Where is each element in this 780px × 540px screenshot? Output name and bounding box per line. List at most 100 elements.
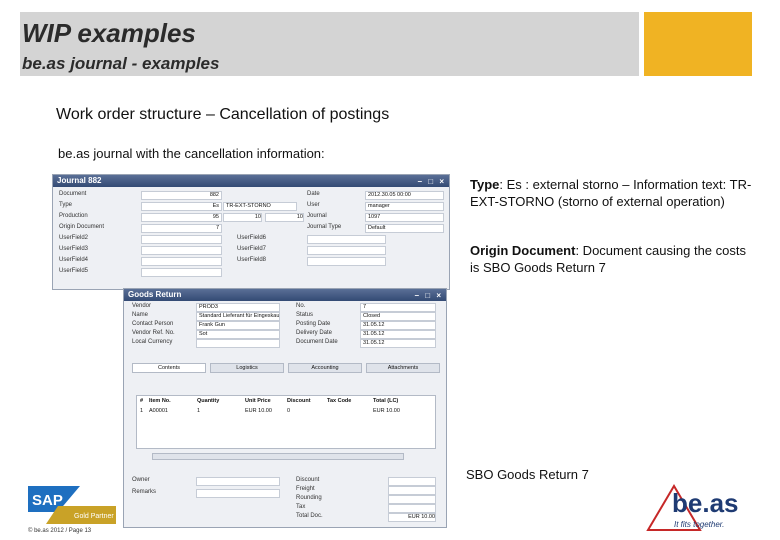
journal-field-label: UserField2	[59, 235, 89, 241]
grid-header-cell[interactable]: Quantity	[197, 398, 219, 404]
grid-cell[interactable]: 0	[287, 408, 290, 414]
window-controls-icon[interactable]: – □ ×	[415, 290, 443, 302]
grid-header-cell[interactable]: Total (LC)	[373, 398, 398, 404]
goods-field-label: Posting Date	[296, 321, 331, 327]
goods-field-value[interactable]: 31.05.12	[360, 330, 436, 339]
journal-window-title: Journal 882	[57, 176, 102, 185]
tab-contents[interactable]: Contents	[132, 363, 206, 373]
beas-logo: be.as It fits together.	[646, 484, 739, 531]
sap-gold-partner-logo: SAP Gold Partner	[28, 486, 116, 524]
journal-field-value[interactable]	[141, 268, 222, 277]
grid-header-cell[interactable]: Item No.	[149, 398, 171, 404]
type-note-text: : Es : external storno – Information tex…	[470, 177, 752, 209]
journal-field-label: Production	[59, 213, 88, 219]
journal-field-label: Type	[59, 202, 73, 208]
tab-bar: Contents Logistics Accounting Attachments	[132, 363, 440, 373]
journal-field-label: Journal	[307, 213, 327, 219]
journal-field-value[interactable]	[141, 246, 222, 255]
grid-header-cell[interactable]: Unit Price	[245, 398, 271, 404]
journal-field-value[interactable]: 882	[141, 191, 222, 200]
goods-total-label: Total Doc.	[296, 513, 323, 519]
horizontal-scrollbar[interactable]	[152, 453, 404, 460]
page-title: WIP examples	[22, 18, 196, 48]
goods-bottom-field[interactable]	[196, 489, 280, 498]
journal-field-value[interactable]: Default	[365, 224, 444, 233]
section-title: Work order structure – Cancellation of p…	[56, 106, 390, 123]
journal-field-value[interactable]	[307, 246, 386, 255]
type-note: Type: Es : external storno – Information…	[470, 176, 755, 210]
goods-total-value[interactable]	[388, 504, 436, 513]
tab-accounting[interactable]: Accounting	[288, 363, 362, 373]
sap-badge-text: Gold Partner	[74, 513, 114, 520]
goods-window-titlebar: Goods Return – □ ×	[124, 289, 446, 301]
journal-field-label: UserField4	[59, 257, 89, 263]
journal-field-label: UserField3	[59, 246, 89, 252]
beas-logo-text: be.as	[672, 488, 739, 518]
journal-field-label: UserField6	[237, 235, 267, 241]
goods-field-label: Status	[296, 312, 314, 318]
origin-note-label: Origin Document	[470, 243, 576, 258]
journal-field-value[interactable]: 2012.30.05 00:00	[365, 191, 444, 200]
window-controls-icon[interactable]: – □ ×	[418, 176, 446, 188]
journal-field-value[interactable]: 95	[141, 213, 222, 222]
goods-field-value[interactable]: 31.05.12	[360, 339, 436, 348]
journal-type-info[interactable]: TR-EXT-STORNO	[223, 202, 297, 211]
type-note-label: Type	[470, 177, 500, 192]
journal-field-value[interactable]: 7	[141, 224, 222, 233]
journal-field-value[interactable]	[141, 235, 222, 244]
goods-field-value[interactable]: 31.05.12	[360, 321, 436, 330]
goods-field-value[interactable]: Frank Gun	[196, 321, 280, 330]
goods-total-value[interactable]	[388, 495, 436, 504]
journal-field-value[interactable]	[141, 257, 222, 266]
goods-field-value[interactable]: 7	[360, 303, 436, 312]
grid-header-cell[interactable]: #	[140, 398, 143, 404]
goods-total-value[interactable]	[388, 486, 436, 495]
goods-field-value[interactable]: PROD3	[196, 303, 280, 312]
goods-field-label: No.	[296, 303, 306, 309]
journal-prod-a[interactable]: 10	[223, 213, 262, 222]
grid-header-cell[interactable]: Discount	[287, 398, 311, 404]
grid-cell[interactable]: EUR 10.00	[373, 408, 400, 414]
goods-bottom-label: Owner	[132, 477, 150, 483]
origin-note: Origin Document: Document causing the co…	[470, 242, 755, 276]
items-grid[interactable]: # Item No. Quantity Unit Price Discount Tax C…	[136, 395, 436, 449]
intro-text: be.as journal with the cancellation info…	[58, 146, 325, 161]
grid-cell[interactable]: A00001	[149, 408, 168, 414]
goods-field-value[interactable]	[196, 339, 280, 348]
goods-field-label: Name	[132, 312, 149, 318]
grid-cell[interactable]: 1	[140, 408, 143, 414]
grid-cell[interactable]: 1	[197, 408, 200, 414]
beas-tagline: It fits together.	[674, 520, 724, 529]
goods-total-value[interactable]: EUR 10.00	[388, 513, 436, 522]
journal-field-value[interactable]: 1097	[365, 213, 444, 222]
tab-attachments[interactable]: Attachments	[366, 363, 440, 373]
goods-window-title: Goods Return	[128, 290, 182, 299]
goods-field-value[interactable]: Closed	[360, 312, 436, 321]
goods-field-label: Local Currency	[132, 339, 173, 345]
journal-field-label: UserField5	[59, 268, 89, 274]
grid-cell[interactable]: EUR 10.00	[245, 408, 272, 414]
goods-total-label: Tax	[296, 504, 306, 510]
goods-field-value[interactable]: Sot	[196, 330, 280, 339]
journal-field-value[interactable]	[307, 257, 386, 266]
goods-field-label: Delivery Date	[296, 330, 333, 336]
grid-header-cell[interactable]: Tax Code	[327, 398, 351, 404]
journal-field-value[interactable]: manager	[365, 202, 444, 211]
journal-window-titlebar: Journal 882 – □ ×	[53, 175, 449, 187]
goods-total-value[interactable]	[388, 477, 436, 486]
journal-field-label: User	[307, 202, 320, 208]
journal-field-value[interactable]: Es	[141, 202, 222, 211]
tab-logistics[interactable]: Logistics	[210, 363, 284, 373]
goods-total-label: Rounding	[296, 495, 322, 501]
goods-field-value[interactable]: Standard Lieferant für Eingeskauft	[196, 312, 280, 321]
journal-field-label: UserField7	[237, 246, 267, 252]
goods-field-label: Vendor	[132, 303, 152, 309]
goods-field-label: Document Date	[296, 339, 338, 345]
goods-bottom-field[interactable]	[196, 477, 280, 486]
goods-total-label: Freight	[296, 486, 315, 492]
goods-total-label: Discount	[296, 477, 320, 483]
footer-copyright: © be.as 2012 / Page 13	[28, 528, 92, 534]
journal-field-value[interactable]	[307, 235, 386, 244]
journal-prod-b[interactable]: 10	[265, 213, 304, 222]
goods-field-label: Contact Person	[132, 321, 174, 327]
